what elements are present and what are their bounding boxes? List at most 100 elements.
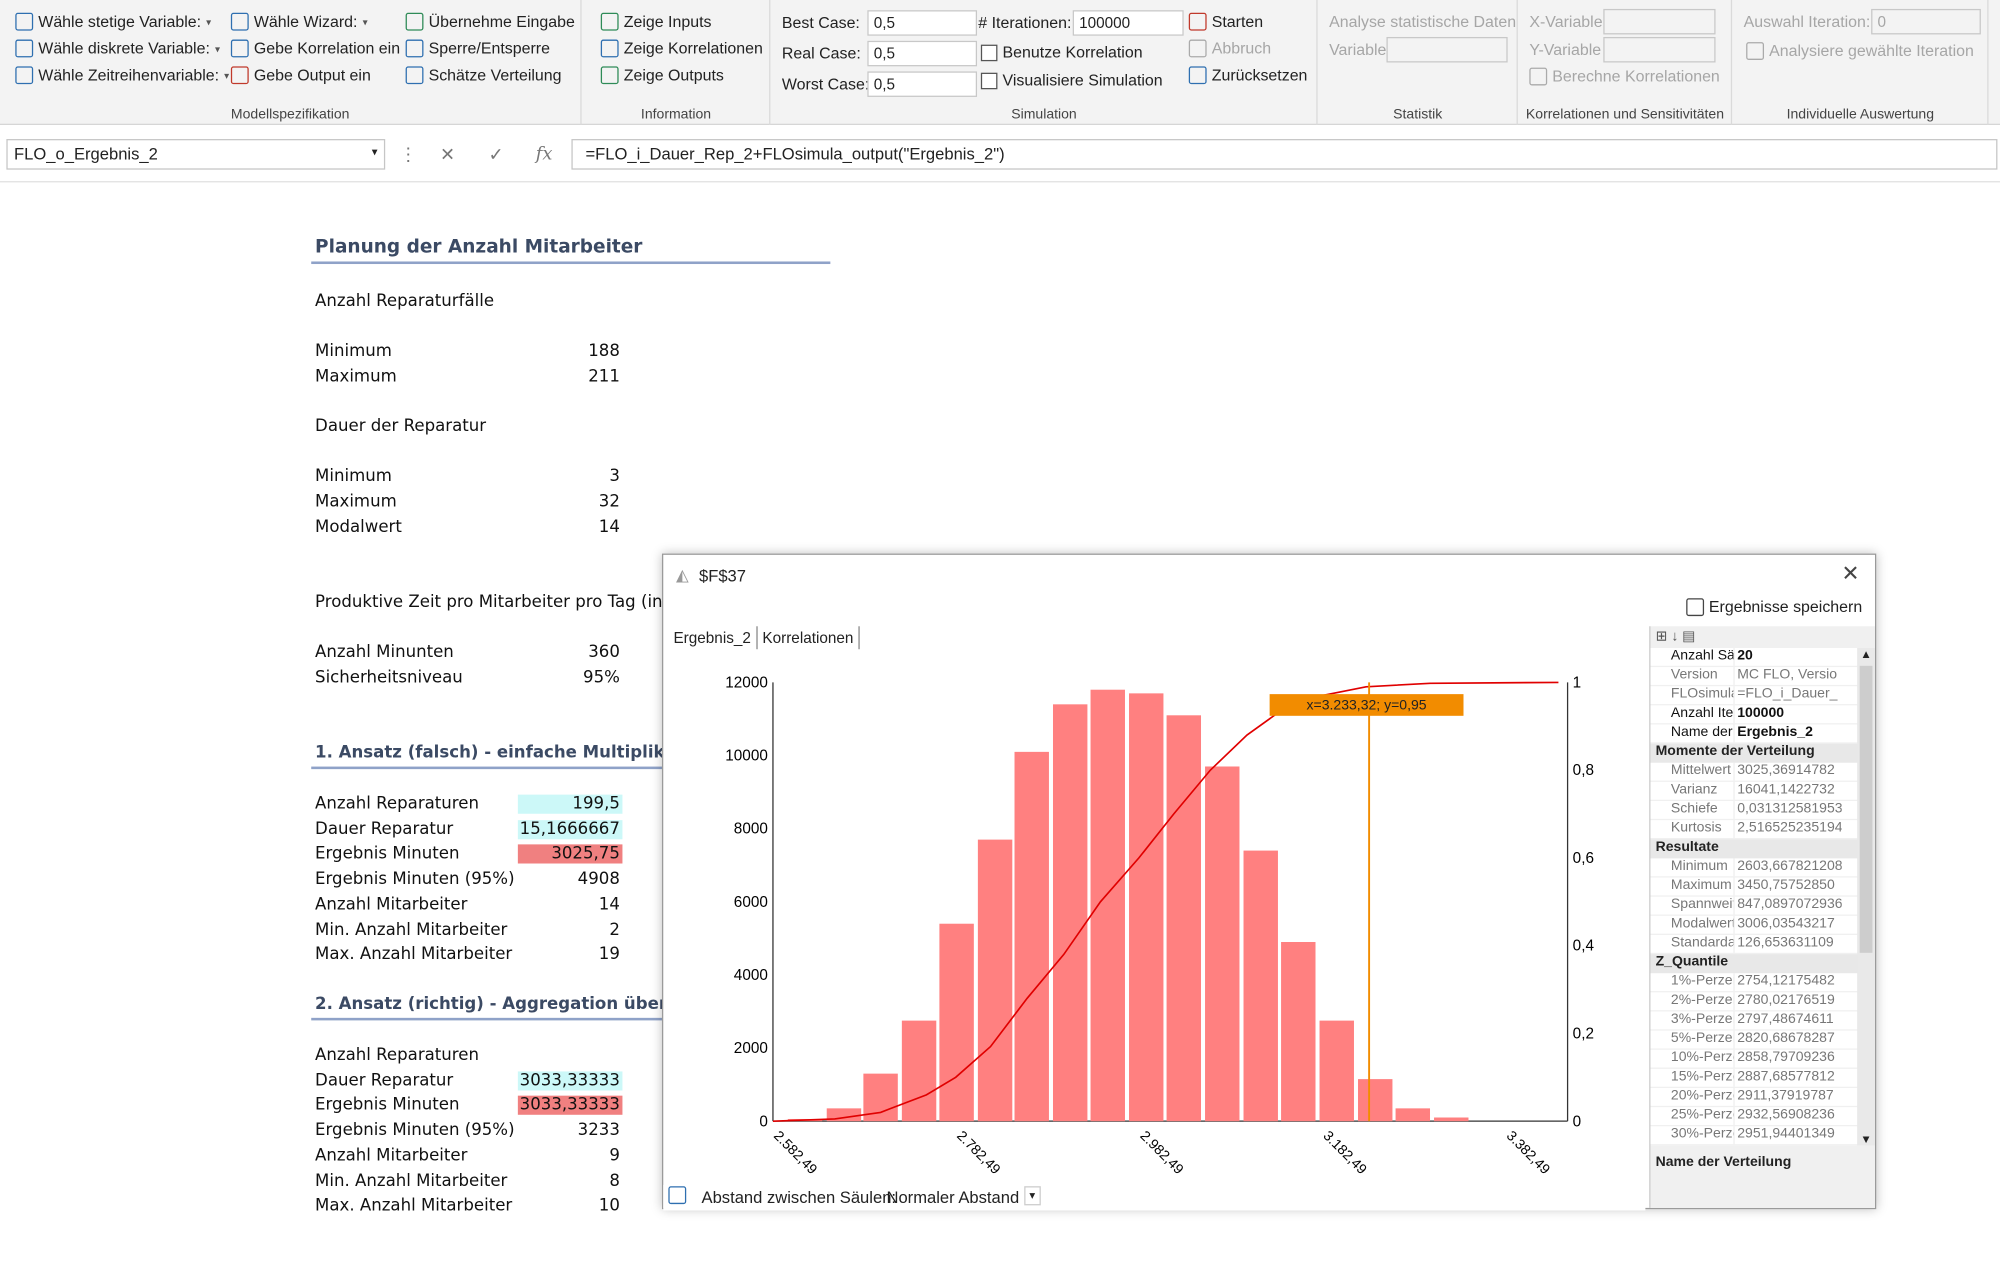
property-value: Ergebnis_2: [1737, 724, 1813, 740]
row-value[interactable]: 10: [505, 1197, 620, 1216]
row-value[interactable]: 3033,33333: [517, 1096, 623, 1116]
property-row[interactable]: 30%-Perzent2951,94401349: [1650, 1126, 1865, 1146]
zeige-inputs-button[interactable]: Zeige Inputs: [600, 12, 711, 31]
y-variable-select[interactable]: [1603, 36, 1716, 63]
waehle-wizard-button[interactable]: Wähle Wizard: ▾: [230, 12, 368, 31]
gebe-output-button[interactable]: Gebe Output ein: [230, 66, 371, 85]
best-case-input[interactable]: 0,5: [867, 10, 978, 36]
row-value[interactable]: 19: [505, 945, 620, 964]
cancel-icon[interactable]: ✕: [440, 144, 455, 166]
schaetze-verteilung-button[interactable]: Schätze Verteilung: [405, 66, 562, 85]
uebernehme-eingabe-button[interactable]: Übernehme Eingabe: [405, 12, 575, 31]
property-row[interactable]: Anzahl Säule20: [1650, 647, 1865, 668]
formula-bar: FLO_o_Ergebnis_2 ▾ ⋮ ✕ ✓ fx =FLO_i_Dauer_…: [0, 126, 2000, 183]
waehle-zeitreihe-button[interactable]: Wähle Zeitreihenvariable: ▾: [15, 66, 229, 85]
row-value[interactable]: 8: [505, 1172, 620, 1191]
analysiere-iteration-button[interactable]: Analysiere gewählte Iteration: [1746, 42, 1974, 60]
scroll-down-icon[interactable]: ▼: [1857, 1133, 1875, 1146]
row-value[interactable]: 3025,75: [517, 844, 623, 865]
property-row[interactable]: Modalwert 3006,03543217: [1650, 915, 1865, 935]
row-value[interactable]: 9: [505, 1146, 620, 1165]
row-value[interactable]: 3233: [505, 1121, 620, 1140]
property-row[interactable]: Version MC FLO, Versio: [1650, 667, 1865, 687]
variable-select[interactable]: [1386, 36, 1508, 63]
property-category[interactable]: Momente der Verteilung: [1650, 743, 1865, 763]
berechne-korrelationen-button[interactable]: Berechne Korrelationen: [1529, 67, 1720, 86]
property-category[interactable]: Resultate: [1650, 839, 1865, 859]
auswahl-iteration-input[interactable]: 0: [1871, 8, 1981, 35]
x-variable-label: X-Variable: [1529, 12, 1603, 31]
waehle-diskrete-button[interactable]: Wähle diskrete Variable: ▾: [15, 39, 220, 58]
y2-tick-label: 0,6: [1573, 850, 1594, 867]
chevron-down-icon[interactable]: ▾: [1024, 1186, 1041, 1206]
analyse-statistische-daten-button[interactable]: Analyse statistische Daten: [1329, 13, 1516, 31]
property-row[interactable]: Varianz 16041,1422732: [1650, 781, 1865, 802]
row-value[interactable]: 14: [505, 895, 620, 914]
real-case-input[interactable]: 0,5: [867, 40, 978, 67]
zuruecksetzen-button[interactable]: Zurücksetzen: [1188, 66, 1307, 85]
property-row[interactable]: 3%-Perzentil2797,48674611: [1650, 1011, 1865, 1031]
gebe-korrelation-button[interactable]: Gebe Korrelation ein: [230, 39, 400, 58]
zeige-outputs-button[interactable]: Zeige Outputs: [600, 66, 724, 85]
property-row[interactable]: 20%-Perzent2911,37919787: [1650, 1088, 1865, 1108]
scroll-thumb[interactable]: [1859, 665, 1873, 953]
scroll-up-icon[interactable]: ▲: [1857, 648, 1875, 663]
close-icon[interactable]: ✕: [1842, 561, 1860, 587]
y-tick-label: 2000: [734, 1040, 768, 1057]
name-box[interactable]: FLO_o_Ergebnis_2 ▾: [6, 139, 386, 170]
x-tick-label: 3.182,49: [1320, 1127, 1370, 1177]
benutze-korrelation-checkbox[interactable]: Benutze Korrelation: [980, 43, 1143, 61]
correlation-icon: [230, 39, 249, 58]
zeige-korrelationen-button[interactable]: Zeige Korrelationen: [600, 39, 763, 58]
save-results-button[interactable]: Ergebnisse speichern: [1685, 598, 1862, 617]
abstand-select[interactable]: Normaler Abstand: [886, 1187, 1019, 1206]
property-row[interactable]: FLOsimula =FLO_i_Dauer_: [1650, 686, 1865, 706]
property-row[interactable]: Maximum 3450,75752850: [1650, 877, 1865, 897]
property-value: 2797,48674611: [1737, 1011, 1834, 1027]
abbruch-button[interactable]: Abbruch: [1188, 39, 1271, 58]
property-row[interactable]: Anzahl Iterati100000: [1650, 705, 1865, 725]
property-row[interactable]: 15%-Perzent2887,68577812: [1650, 1068, 1865, 1089]
property-value: 126,653631109: [1737, 934, 1834, 951]
property-category[interactable]: Z_Quantile: [1650, 954, 1865, 974]
property-scrollbar[interactable]: ▲ ▼: [1857, 647, 1875, 1146]
property-row[interactable]: 2%-Perzentil2780,02176519: [1650, 992, 1865, 1012]
property-row[interactable]: 5%-Perzentil2820,68678287: [1650, 1030, 1865, 1050]
property-row[interactable]: Mittelwert 3025,36914782: [1650, 762, 1865, 782]
property-name: Name der Ve: [1650, 724, 1735, 743]
estimate-icon: [405, 66, 424, 85]
y-tick-label: 4000: [734, 967, 768, 984]
property-row[interactable]: Schiefe 0,031312581953: [1650, 801, 1865, 821]
property-row[interactable]: Minimum 2603,667821208: [1650, 858, 1865, 878]
visualisiere-checkbox[interactable]: Visualisiere Simulation: [980, 71, 1163, 89]
value-min-faelle: 188: [588, 341, 620, 361]
row-value[interactable]: 3033,33333: [517, 1071, 623, 1091]
sperre-button[interactable]: Sperre/Entsperre: [405, 39, 550, 58]
property-row[interactable]: Kurtosis 2,516525235194: [1650, 820, 1865, 840]
function-icon[interactable]: fx: [536, 144, 553, 164]
group-individuelle-auswertung: Auswahl Iteration: 0 Analysiere gewählte…: [1733, 0, 1989, 125]
x-variable-select[interactable]: [1603, 8, 1716, 35]
property-row[interactable]: Standardabw126,653631109: [1650, 934, 1865, 955]
property-row[interactable]: Spannweite847,0897072936: [1650, 896, 1865, 916]
tab-ergebnis[interactable]: Ergebnis_2: [668, 626, 758, 650]
property-row[interactable]: 10%-Perzent2858,79709236: [1650, 1049, 1865, 1069]
property-row[interactable]: 25%-Perzent2932,56908236: [1650, 1107, 1865, 1127]
worst-case-input[interactable]: 0,5: [867, 71, 978, 97]
row-value[interactable]: 2: [505, 920, 620, 939]
row-value[interactable]: 4908: [505, 870, 620, 889]
waehle-stetige-button[interactable]: Wähle stetige Variable: ▾: [15, 12, 211, 31]
table-icon: [600, 12, 619, 31]
histogram-bar: [939, 923, 974, 1122]
row-value[interactable]: 199,5: [517, 794, 623, 814]
formula-input[interactable]: =FLO_i_Dauer_Rep_2+FLOsimula_output("Erg…: [571, 139, 1998, 170]
row-value[interactable]: 15,1666667: [517, 819, 623, 839]
property-row[interactable]: Name der VeErgebnis_2: [1650, 724, 1865, 744]
property-row[interactable]: 1%-Perzentil2754,12175482: [1650, 973, 1865, 993]
tab-korrelationen[interactable]: Korrelationen: [757, 626, 860, 650]
iterationen-input[interactable]: 100000: [1072, 10, 1184, 36]
enter-icon[interactable]: ✓: [489, 144, 504, 166]
starten-button[interactable]: Starten: [1188, 12, 1263, 31]
settings-icon[interactable]: [668, 1186, 687, 1205]
sort-icon[interactable]: ⊞ ↓ ▤: [1656, 628, 1696, 644]
